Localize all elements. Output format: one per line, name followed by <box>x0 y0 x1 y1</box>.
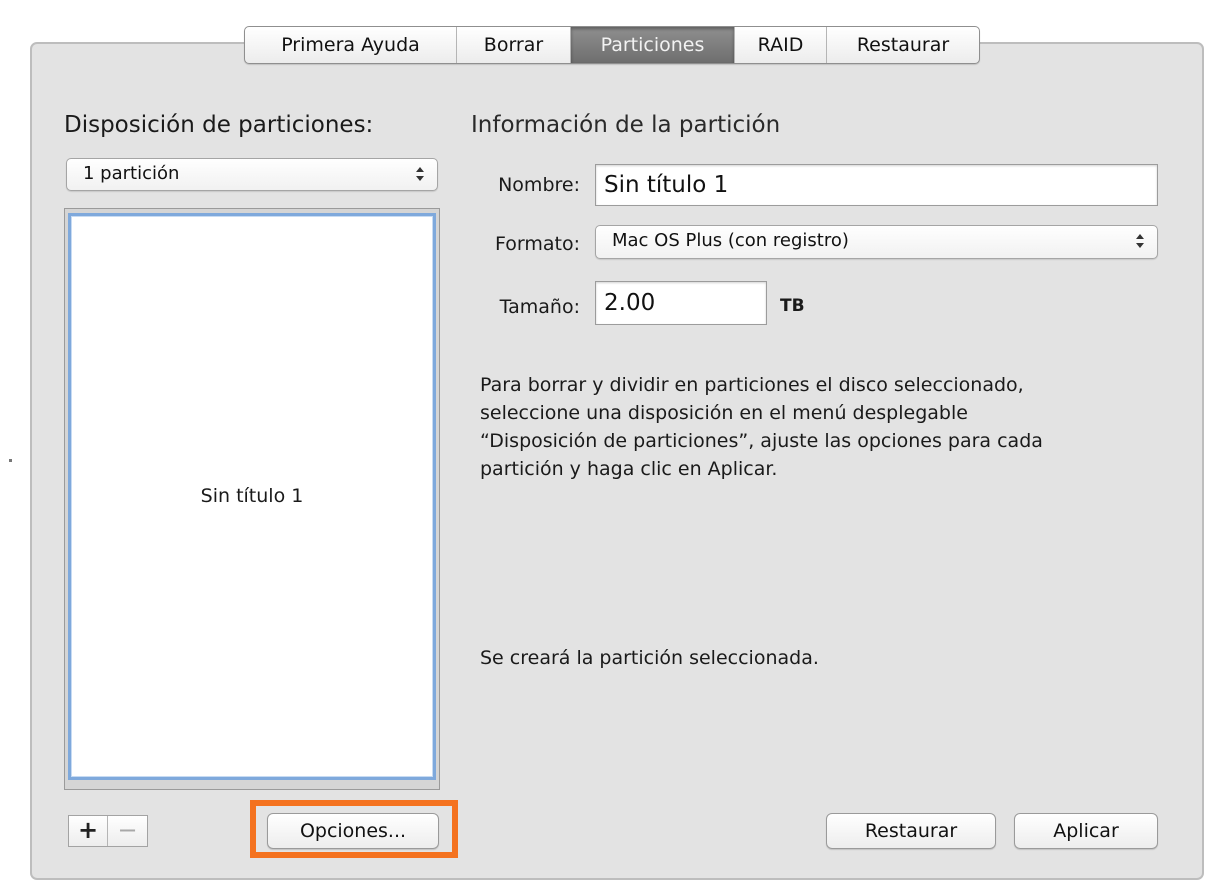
tab-partitions[interactable]: Particiones <box>571 27 735 63</box>
partition-layout-title: Disposición de particiones: <box>64 112 374 138</box>
tab-raid[interactable]: RAID <box>735 27 827 63</box>
partition-layout-popup[interactable]: 1 partición <box>66 158 438 191</box>
revert-button[interactable]: Restaurar <box>826 813 996 849</box>
format-value: Mac OS Plus (con registro) <box>612 230 849 251</box>
apply-button[interactable]: Aplicar <box>1014 813 1158 849</box>
highlight-box <box>250 800 458 858</box>
popup-arrows-icon <box>1136 234 1144 248</box>
add-remove-control: + − <box>68 815 148 847</box>
status-text: Se creará la partición seleccionada. <box>480 647 819 669</box>
add-partition-button[interactable]: + <box>69 816 109 846</box>
tab-first-aid[interactable]: Primera Ayuda <box>245 27 457 63</box>
name-label: Nombre: <box>498 174 580 196</box>
size-field[interactable]: 2.00 <box>595 281 767 325</box>
tab-bar: Primera Ayuda Borrar Particiones RAID Re… <box>244 26 980 64</box>
size-label: Tamaño: <box>499 296 580 318</box>
stray-mark <box>9 459 12 462</box>
partition-layout-value: 1 partición <box>83 163 180 184</box>
instructions-text: Para borrar y dividir en particiones el … <box>480 374 1043 480</box>
format-popup[interactable]: Mac OS Plus (con registro) <box>595 225 1158 259</box>
popup-arrows-icon <box>416 167 424 181</box>
remove-partition-button[interactable]: − <box>108 816 147 846</box>
partition-block-label: Sin título 1 <box>200 485 304 507</box>
tab-erase[interactable]: Borrar <box>457 27 571 63</box>
size-unit: TB <box>780 296 805 316</box>
partition-info-title: Información de la partición <box>471 112 781 138</box>
name-field[interactable]: Sin título 1 <box>595 164 1158 206</box>
format-label: Formato: <box>495 233 580 255</box>
tab-restore[interactable]: Restaurar <box>827 27 979 63</box>
